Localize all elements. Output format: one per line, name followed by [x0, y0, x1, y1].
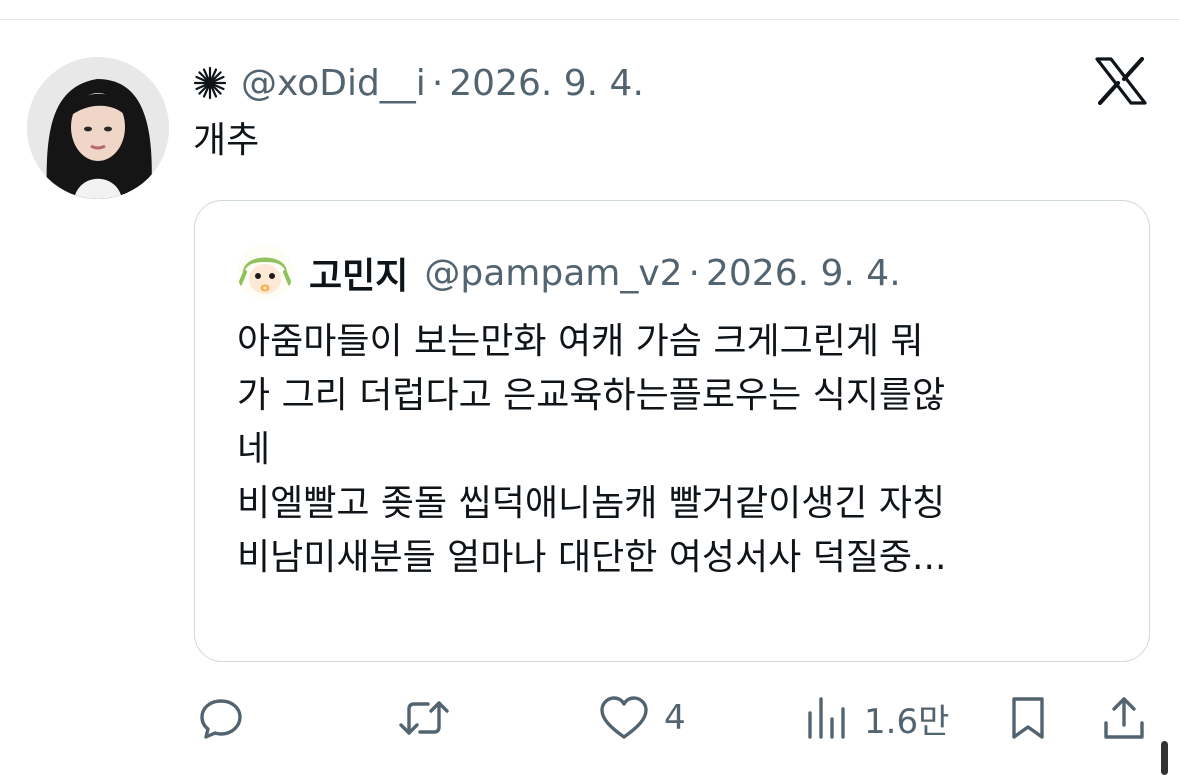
quote-author-name[interactable]: 고민지	[309, 247, 408, 299]
views-count: 1.6만	[864, 701, 950, 742]
post-date[interactable]: 2026. 9. 4.	[449, 63, 644, 104]
quote-text-line: 네	[237, 429, 271, 470]
bookmark-button[interactable]	[1006, 690, 1050, 746]
comment-icon	[200, 699, 242, 739]
repost-button[interactable]	[396, 690, 452, 746]
quote-text-line: 아줌마들이 보는만화 여캐 가슴 크게그린게 뭐	[237, 321, 924, 362]
quote-text-line: 비남미새분들 얼마나 대단한 여성서사 덕질중...	[237, 537, 947, 578]
quote-header: 고민지 @pampam_v2 · 2026. 9. 4.	[309, 247, 901, 299]
quote-text-line: 비엘빨고 좆돌 씹덕애니놈캐 빨거같이생긴 자칭	[237, 483, 946, 524]
repost-icon	[399, 701, 449, 735]
reply-button[interactable]	[196, 690, 246, 746]
top-divider	[0, 19, 1179, 20]
author-handle[interactable]: @xoDid__i	[241, 63, 426, 104]
quote-text-line: 가 그리 더럽다고 은교육하는플로우는 식지를않	[237, 375, 946, 416]
bar-chart-icon	[808, 697, 845, 739]
quote-date[interactable]: 2026. 9. 4.	[706, 253, 901, 294]
action-bar: 4 1.6만	[0, 690, 1179, 746]
share-icon	[1104, 697, 1144, 739]
views-button[interactable]: 1.6만	[804, 690, 949, 746]
post-text: 개추	[193, 120, 260, 161]
heart-icon	[600, 696, 648, 739]
bookmark-icon	[1012, 697, 1044, 739]
avatar[interactable]	[27, 57, 169, 199]
quote-avatar[interactable]	[237, 244, 293, 300]
sparkle-icon	[193, 66, 227, 100]
scrollbar[interactable]	[1161, 741, 1168, 775]
share-button[interactable]	[1100, 690, 1148, 746]
quote-separator: ·	[688, 252, 700, 294]
like-button[interactable]: 4	[598, 690, 686, 746]
post-header: @xoDid__i · 2026. 9. 4.	[193, 60, 644, 106]
quoted-post[interactable]: 고민지 @pampam_v2 · 2026. 9. 4. 아줌마들이 보는만화 …	[194, 200, 1150, 662]
quote-author-handle[interactable]: @pampam_v2	[424, 253, 682, 294]
quote-text: 아줌마들이 보는만화 여캐 가슴 크게그린게 뭐 가 그리 더럽다고 은교육하는…	[237, 315, 1117, 585]
like-count: 4	[664, 698, 686, 738]
x-logo-icon[interactable]	[1095, 56, 1147, 106]
header-separator: ·	[431, 62, 444, 104]
